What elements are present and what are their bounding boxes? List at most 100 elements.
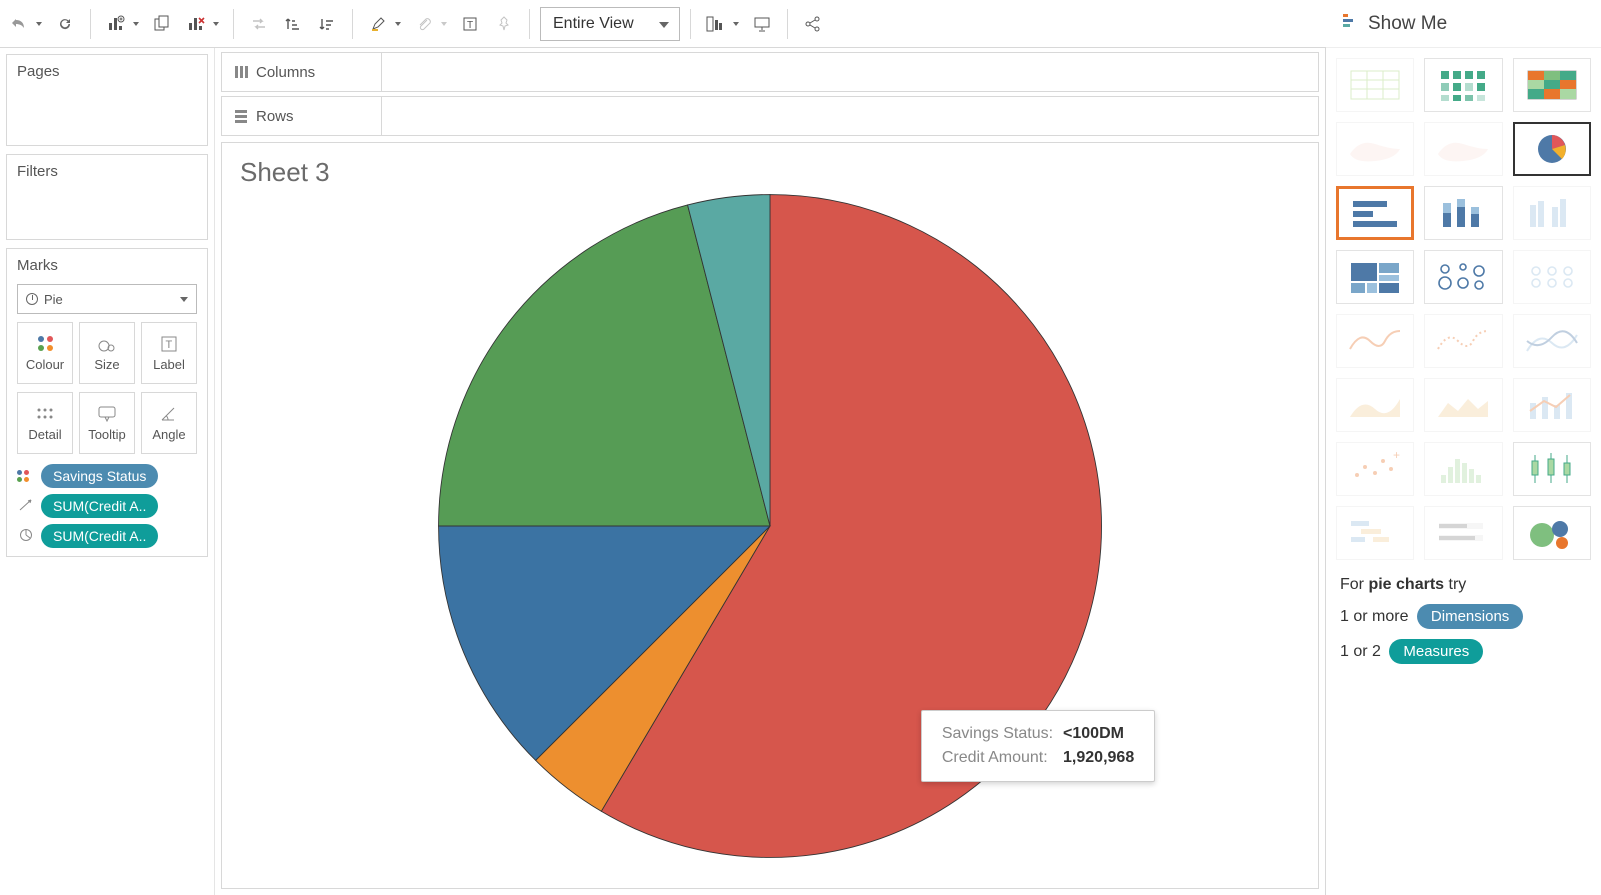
svg-text:T: T bbox=[467, 20, 473, 31]
sm-heatmap[interactable] bbox=[1424, 58, 1502, 112]
tooltip-label-1: Savings Status: bbox=[938, 723, 1057, 745]
hint-text: 1 or 2 bbox=[1340, 643, 1381, 660]
tooltip-label-2: Credit Amount: bbox=[938, 747, 1057, 769]
new-worksheet-button[interactable] bbox=[101, 9, 131, 39]
hint-text: 1 or more bbox=[1340, 608, 1408, 625]
highlight-button[interactable] bbox=[363, 9, 393, 39]
sm-pie[interactable] bbox=[1513, 122, 1591, 176]
marks-label-card[interactable]: T Label bbox=[141, 322, 197, 384]
sm-packed-bubbles[interactable] bbox=[1513, 506, 1591, 560]
sort-desc-button[interactable] bbox=[312, 9, 342, 39]
sm-symbol-map[interactable] bbox=[1336, 122, 1414, 176]
toolbar-separator bbox=[233, 9, 234, 39]
sm-area-cont[interactable] bbox=[1336, 378, 1414, 432]
sm-highlight-table[interactable] bbox=[1513, 58, 1591, 112]
sm-dual-line[interactable] bbox=[1513, 314, 1591, 368]
columns-shelf[interactable]: Columns bbox=[221, 52, 1319, 92]
sm-histogram[interactable] bbox=[1424, 442, 1502, 496]
angle-icon bbox=[160, 405, 178, 423]
pages-shelf[interactable]: Pages bbox=[6, 54, 208, 146]
sm-circle-views[interactable] bbox=[1424, 250, 1502, 304]
sm-stacked-bar[interactable] bbox=[1424, 186, 1502, 240]
marks-size-card[interactable]: Size bbox=[79, 322, 135, 384]
sm-line-disc[interactable] bbox=[1424, 314, 1502, 368]
size-pill-icon bbox=[17, 499, 35, 514]
size-icon bbox=[97, 335, 117, 353]
sm-scatter[interactable]: + bbox=[1336, 442, 1414, 496]
fit-mode-select[interactable]: Entire View bbox=[540, 7, 680, 41]
fit-mode-value: Entire View bbox=[553, 15, 634, 33]
tooltip-label: Tooltip bbox=[88, 427, 126, 442]
detail-label: Detail bbox=[28, 427, 61, 442]
measures-chip: Measures bbox=[1389, 639, 1483, 664]
sm-dual-combo[interactable] bbox=[1513, 378, 1591, 432]
angle-label: Angle bbox=[152, 427, 185, 442]
rows-icon bbox=[234, 109, 248, 123]
sm-line-cont[interactable] bbox=[1336, 314, 1414, 368]
swap-button[interactable] bbox=[244, 9, 274, 39]
mark-type-value: Pie bbox=[44, 292, 63, 307]
size-label: Size bbox=[94, 357, 119, 372]
sm-treemap[interactable] bbox=[1336, 250, 1414, 304]
filters-shelf[interactable]: Filters bbox=[6, 154, 208, 240]
colour-icon bbox=[38, 335, 53, 353]
presentation-mode-button[interactable] bbox=[747, 9, 777, 39]
detail-icon bbox=[36, 405, 54, 423]
show-me-grid: + bbox=[1326, 48, 1601, 570]
pin-button[interactable] bbox=[489, 9, 519, 39]
marks-detail-card[interactable]: Detail bbox=[17, 392, 73, 454]
label-icon: T bbox=[161, 335, 177, 353]
label-toggle-button[interactable]: T bbox=[455, 9, 485, 39]
chart-tooltip: Savings Status: <100DM Credit Amount: 1,… bbox=[921, 710, 1155, 782]
sm-boxplot[interactable] bbox=[1513, 442, 1591, 496]
show-legend-button[interactable] bbox=[701, 9, 731, 39]
sm-text-table[interactable] bbox=[1336, 58, 1414, 112]
svg-text:T: T bbox=[166, 339, 173, 351]
toolbar-separator bbox=[529, 9, 530, 39]
angle-pill[interactable]: SUM(Credit A.. bbox=[41, 524, 158, 548]
columns-icon bbox=[234, 65, 248, 79]
mark-type-select[interactable]: Pie bbox=[17, 284, 197, 314]
sort-asc-button[interactable] bbox=[278, 9, 308, 39]
toolbar-separator bbox=[352, 9, 353, 39]
hint-text-bold: pie charts bbox=[1368, 576, 1444, 593]
pie-icon bbox=[26, 293, 38, 305]
attach-button[interactable] bbox=[409, 9, 439, 39]
sm-bullet[interactable] bbox=[1424, 506, 1502, 560]
colour-pill-icon bbox=[17, 470, 35, 482]
sm-hbar[interactable] bbox=[1336, 186, 1414, 240]
sm-area-disc[interactable] bbox=[1424, 378, 1502, 432]
toolbar-separator bbox=[787, 9, 788, 39]
hint-text: For bbox=[1340, 576, 1368, 593]
viz-canvas[interactable]: Sheet 3 Savings Status: <100DM Credit Am… bbox=[221, 142, 1319, 889]
sm-gantt[interactable] bbox=[1336, 506, 1414, 560]
tooltip-value-2: 1,920,968 bbox=[1059, 747, 1138, 769]
marks-angle-card[interactable]: Angle bbox=[141, 392, 197, 454]
colour-pill[interactable]: Savings Status bbox=[41, 464, 158, 488]
show-me-header[interactable]: Show Me bbox=[1326, 0, 1601, 48]
duplicate-sheet-button[interactable] bbox=[147, 9, 177, 39]
sm-side-bar[interactable] bbox=[1513, 186, 1591, 240]
columns-label: Columns bbox=[256, 64, 315, 81]
center-area: Columns Rows Sheet 3 Savings Status: <10… bbox=[214, 48, 1325, 895]
clear-sheet-button[interactable] bbox=[181, 9, 211, 39]
show-me-title: Show Me bbox=[1368, 13, 1447, 35]
marks-title: Marks bbox=[17, 257, 197, 274]
tooltip-icon bbox=[98, 405, 116, 423]
svg-text:+: + bbox=[1393, 449, 1400, 462]
size-pill[interactable]: SUM(Credit A.. bbox=[41, 494, 158, 518]
rows-shelf[interactable]: Rows bbox=[221, 96, 1319, 136]
undo-button[interactable] bbox=[4, 9, 34, 39]
show-me-hint: For pie charts try 1 or more Dimensions … bbox=[1326, 570, 1601, 678]
hint-text: try bbox=[1444, 576, 1466, 593]
show-me-panel: Show Me + bbox=[1325, 48, 1601, 895]
marks-colour-card[interactable]: Colour bbox=[17, 322, 73, 384]
colour-label: Colour bbox=[26, 357, 64, 372]
marks-tooltip-card[interactable]: Tooltip bbox=[79, 392, 135, 454]
share-button[interactable] bbox=[798, 9, 828, 39]
sm-filled-map[interactable] bbox=[1424, 122, 1502, 176]
sm-side-circles[interactable] bbox=[1513, 250, 1591, 304]
sheet-title: Sheet 3 bbox=[222, 143, 1318, 188]
refresh-button[interactable] bbox=[50, 9, 80, 39]
rows-label: Rows bbox=[256, 108, 294, 125]
